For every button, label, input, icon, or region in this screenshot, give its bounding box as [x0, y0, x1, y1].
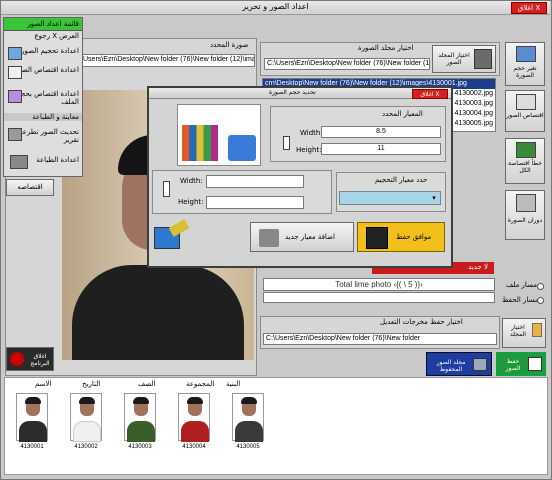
folder-group-title: اختيار مجلد الصورة: [358, 44, 414, 52]
side-button-resize[interactable]: تغير حجم الصورة: [505, 42, 545, 86]
rotate-icon: [516, 194, 536, 212]
gallery-thumbnail-1[interactable]: [16, 393, 48, 442]
custom-link-icon[interactable]: [163, 181, 170, 197]
gallery-item-id: 4130005: [236, 444, 260, 450]
thumb-shirt: [73, 421, 101, 442]
folder-icon: [532, 323, 542, 337]
gallery-column-header: المجموعة: [186, 380, 215, 388]
floppy-icon: [366, 227, 388, 249]
height-label: Height:: [296, 146, 322, 154]
total-photos-field: Total lime photo ‹{( \ 5 )}›: [263, 278, 495, 291]
custom-width-label: Width:: [180, 177, 203, 185]
gallery-column-header: الاسم: [35, 380, 52, 388]
gallery-column-header: الصف: [138, 380, 156, 388]
standard-label: حدد معيار التحجيم: [375, 176, 428, 184]
menu-item-preview-print[interactable]: معاينة و الطباعة: [4, 113, 82, 121]
gallery-item-id: 4130002: [74, 444, 98, 450]
gallery-item-id: 4130004: [182, 444, 206, 450]
ok-save-button[interactable]: موافق حفظ: [357, 222, 445, 252]
image-icon: [228, 135, 256, 161]
output-path-field[interactable]: C:\Users\Ezn\Desktop\New folder (76)\New…: [263, 333, 497, 345]
resize-dialog-titlebar: تحديد حجم الصورة: [149, 88, 451, 99]
gallery-column-header: التاريخ: [82, 380, 101, 388]
gallery-column-header: البنية: [226, 380, 241, 388]
preview-path-field[interactable]: Users\Ezn\Desktop\New folder (76)\New fo…: [80, 54, 255, 67]
save-images-button[interactable]: حفظ الصور: [496, 352, 546, 376]
radio-label-file: مسار ملف: [506, 281, 538, 289]
width-label: Width:: [300, 129, 323, 137]
thumb-shirt: [181, 421, 209, 442]
title-bar: اعداد الصور و تحرير: [1, 1, 550, 15]
folder-icon: [473, 358, 487, 371]
close-app-button[interactable]: اغلاق X: [511, 2, 547, 14]
crop-icon: [8, 66, 22, 79]
preview-path-label: صورة المحدد: [210, 41, 249, 49]
crop-icon: [516, 94, 536, 110]
menu-item-back[interactable]: رجوع X العرض: [4, 32, 82, 40]
custom-height-field[interactable]: [206, 196, 304, 209]
print-settings-icon: [10, 155, 28, 169]
choose-folder-button[interactable]: اختيار المجلد الصور: [432, 45, 496, 73]
custom-width-field[interactable]: [206, 175, 304, 188]
output-group-title: اختيار حفظ مخرجات التعديل: [380, 318, 463, 326]
folder-icon: [474, 49, 492, 69]
radio-file[interactable]: [537, 283, 544, 290]
status-field: [263, 292, 495, 303]
gallery-thumbnail-3[interactable]: [124, 393, 156, 442]
crop-file-icon: [8, 90, 22, 103]
gallery-item-id: 4130001: [20, 444, 44, 450]
gallery-thumbnail-2[interactable]: [70, 393, 102, 442]
resize-dialog-close-button[interactable]: اغلاق X: [412, 89, 448, 99]
gallery-item-id: 4130003: [128, 444, 152, 450]
gallery-thumbnail-4[interactable]: [178, 393, 210, 442]
side-button-crop[interactable]: اقتصاص الصور: [505, 90, 545, 132]
choose-output-button[interactable]: اختيار المجلد: [502, 318, 546, 348]
add-standard-button[interactable]: اضافة معيار جديد: [250, 222, 354, 252]
resize-icon: [8, 47, 22, 60]
window-title: اعداد الصور و تحرير: [242, 2, 309, 11]
save-icon: [528, 357, 542, 371]
resize-icon: [516, 46, 536, 62]
resize-logo: [177, 104, 261, 166]
chevron-down-icon: ▾: [432, 194, 436, 202]
stop-icon: [10, 352, 24, 366]
close-program-button[interactable]: اغلاق البرنامج: [6, 347, 54, 371]
thumb-shirt: [235, 421, 263, 442]
standard-select[interactable]: ▾: [339, 191, 441, 205]
side-button-rotate[interactable]: دوران الصورة: [505, 190, 545, 240]
size-group-title: المعيار المحدد: [382, 110, 423, 118]
crop-button[interactable]: اقتصاصه: [6, 179, 54, 196]
edit-image-icon: [152, 219, 192, 257]
side-button-crop-all[interactable]: خطأ اقتصاصة الكل: [505, 138, 545, 184]
thumb-shirt: [127, 421, 155, 442]
palette-icon: [182, 125, 218, 161]
gallery-thumbnail-5[interactable]: [232, 393, 264, 442]
saved-folder-button[interactable]: مجلد الصور المحفوظ: [426, 352, 492, 376]
dropdown-menu: قائمة اعداد الصور رجوع X العرض اعدادة تح…: [3, 17, 83, 177]
printer-icon: [8, 128, 22, 141]
wrench-icon: [259, 229, 279, 247]
radio-label-save: مسار الحفظ: [502, 296, 539, 304]
radio-save[interactable]: [537, 297, 544, 304]
crop-all-icon: [516, 142, 536, 158]
menu-header[interactable]: قائمة اعداد الصور: [4, 18, 82, 31]
custom-height-label: Height:: [178, 198, 204, 206]
width-field[interactable]: 8.5: [321, 126, 441, 138]
height-field[interactable]: 11: [321, 143, 441, 155]
folder-path-field[interactable]: C:\Users\Ezn\Desktop\New folder (76)\New…: [264, 58, 430, 70]
link-icon[interactable]: [283, 136, 290, 150]
thumb-shirt: [19, 421, 47, 442]
